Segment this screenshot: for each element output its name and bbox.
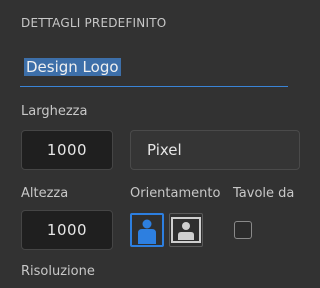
preset-details-panel: DETTAGLI PREDEFINITO Design Logo Larghez…	[0, 0, 300, 288]
width-label: Larghezza	[21, 104, 88, 119]
orientation-landscape-button[interactable]	[169, 213, 203, 247]
portrait-icon	[138, 219, 156, 244]
width-input[interactable]: 1000	[21, 130, 113, 170]
artboards-checkbox[interactable]	[234, 221, 252, 239]
section-title: DETTAGLI PREDEFINITO	[21, 16, 167, 30]
unit-select-value: Pixel	[147, 141, 182, 159]
unit-select[interactable]: Pixel	[130, 130, 300, 170]
landscape-icon	[171, 217, 201, 243]
height-label: Altezza	[21, 186, 69, 201]
resolution-label: Risoluzione	[21, 264, 95, 279]
orientation-portrait-button[interactable]	[130, 213, 164, 247]
preset-name-value: Design Logo	[24, 58, 121, 76]
preset-name-input[interactable]: Design Logo	[20, 52, 288, 87]
orientation-label: Orientamento	[130, 186, 221, 201]
height-input[interactable]: 1000	[21, 210, 113, 250]
artboards-label: Tavole da	[233, 186, 295, 201]
